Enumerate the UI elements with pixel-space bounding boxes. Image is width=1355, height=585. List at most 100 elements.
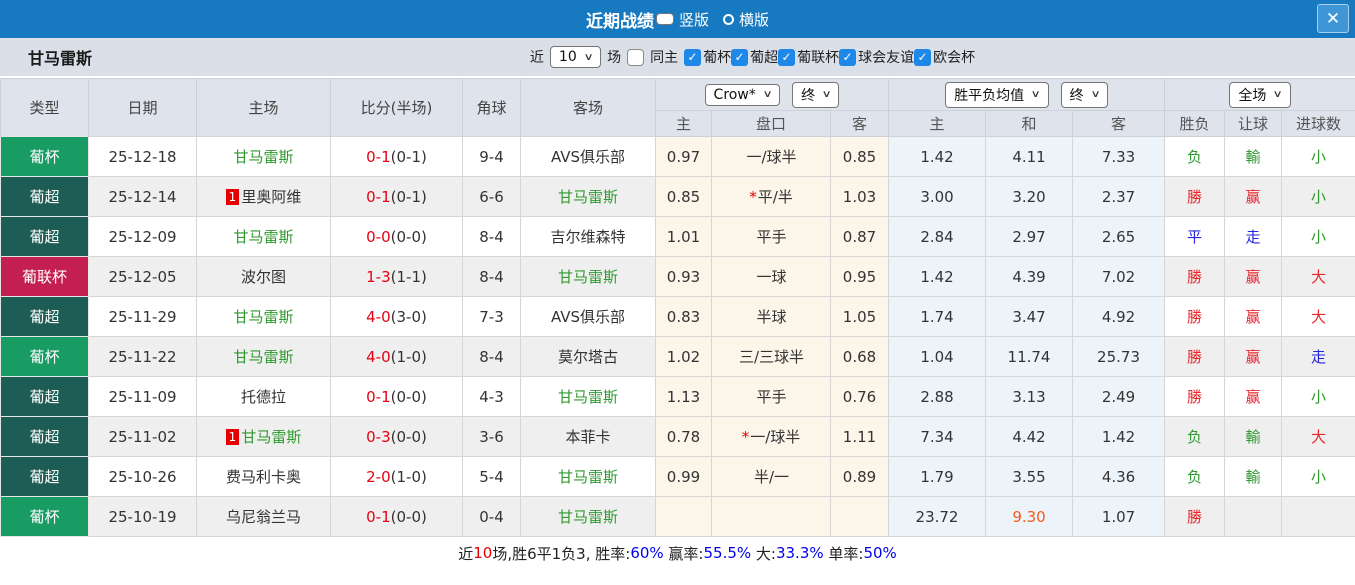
league-checkbox-label[interactable]: 葡联杯 [797, 47, 839, 67]
result-cell: 负 [1164, 416, 1226, 457]
handicap-result-cell: 赢 [1224, 176, 1283, 217]
avg-away-odds-cell: 1.42 [1072, 416, 1166, 457]
corner-cell: 5-4 [462, 456, 521, 497]
handicap-time-select[interactable]: 终 ∨ [792, 81, 840, 108]
handicap-result-cell: 輸 [1224, 136, 1283, 177]
fulltime-score: 0-3 [366, 427, 391, 446]
league-checkbox[interactable]: ✓ [839, 48, 857, 66]
home-team-cell: 波尔图 [196, 256, 331, 297]
summary-segment: 50% [863, 544, 897, 562]
summary-segment: 33.3% [775, 544, 824, 562]
home-rank-badge: 1 [225, 189, 240, 205]
match-rows: 葡杯 25-12-18 甘马雷斯 0-1(0-1) 9-4 AVS俱乐部 0.9… [0, 136, 1355, 537]
home-team-cell: 费马利卡奥 [196, 456, 331, 497]
league-type-cell: 葡超 [0, 216, 89, 257]
handicap-home-odds-cell: 1.01 [655, 216, 712, 257]
chevron-down-icon: ∨ [821, 89, 832, 100]
corner-cell: 6-6 [462, 176, 521, 217]
avg-away-odds-cell: 7.02 [1072, 256, 1166, 297]
matches-count-value: 10 [558, 49, 577, 65]
halftime-score: (0-0) [390, 387, 427, 406]
close-button[interactable]: ✕ [1317, 4, 1349, 33]
home-team-cell: 甘马雷斯 [196, 336, 331, 377]
home-team-name: 甘马雷斯 [233, 228, 294, 246]
handicap-line-cell: 一/球半 [711, 136, 831, 177]
league-checkbox-label[interactable]: 葡杯 [703, 47, 731, 67]
result-cell: 勝 [1164, 256, 1226, 297]
home-team-cell: 1 里奥阿维 [196, 176, 331, 217]
handicap-result-cell [1224, 496, 1283, 537]
league-checkbox-label[interactable]: 葡超 [750, 47, 778, 67]
result-cell: 勝 [1164, 296, 1226, 337]
league-filter: ✓ 葡超 [731, 47, 778, 67]
horizontal-layout-label[interactable]: 横版 [739, 9, 769, 30]
avg-away-odds-cell: 4.36 [1072, 456, 1166, 497]
dialog-title: 近期战绩 [585, 11, 654, 32]
match-date-cell: 25-11-22 [88, 336, 197, 377]
handicap-line-cell: 一球 [711, 256, 831, 297]
chevron-down-icon: ∨ [1090, 89, 1101, 100]
matches-count-select[interactable]: 10 ∨ [549, 46, 602, 68]
avg-away-odds-cell: 7.33 [1072, 136, 1166, 177]
handicap-star: * [741, 428, 750, 446]
handicap-result-cell: 赢 [1224, 256, 1283, 297]
score-cell: 0-1(0-0) [330, 496, 463, 537]
halftime-score: (1-0) [390, 347, 427, 366]
match-date-cell: 25-12-05 [88, 256, 197, 297]
away-team-name: 本菲卡 [565, 428, 611, 446]
away-team-cell: AVS俱乐部 [520, 136, 656, 177]
header-away: 客场 [520, 78, 656, 137]
league-checkbox[interactable]: ✓ [914, 48, 932, 66]
halftime-score: (0-0) [390, 227, 427, 246]
league-checkbox[interactable]: ✓ [684, 48, 702, 66]
avg-time-select[interactable]: 终 ∨ [1060, 81, 1108, 108]
score-cell: 0-1(0-0) [330, 376, 463, 417]
league-type-cell: 葡杯 [0, 136, 89, 177]
league-filter: ✓ 球会友谊 [839, 47, 914, 67]
goals-result-cell: 大 [1281, 256, 1355, 297]
score-cell: 0-1(0-1) [330, 176, 463, 217]
avg-draw-odds-cell: 2.97 [985, 216, 1074, 257]
score-cell: 1-3(1-1) [330, 256, 463, 297]
halftime-score: (1-0) [390, 467, 427, 486]
score-cell: 4-0(1-0) [330, 336, 463, 377]
avg-type-select[interactable]: 胜平负均值 ∨ [945, 81, 1049, 108]
vertical-layout-label[interactable]: 竖版 [679, 9, 709, 30]
handicap-star: * [749, 188, 757, 206]
home-team-cell: 乌尼翁兰马 [196, 496, 331, 537]
avg-draw-odds-cell: 9.30 [985, 496, 1074, 537]
odds-source-select[interactable]: Crow* ∨ [704, 83, 781, 106]
home-team-cell: 甘马雷斯 [196, 216, 331, 257]
avg-home-odds-cell: 7.34 [888, 416, 987, 457]
goals-result-cell: 小 [1281, 176, 1355, 217]
handicap-line-cell: 平手 [711, 216, 831, 257]
match-date-cell: 25-12-18 [88, 136, 197, 177]
home-rank-badge: 1 [225, 429, 240, 445]
result-cell: 勝 [1164, 336, 1226, 377]
handicap-result-cell: 赢 [1224, 336, 1283, 377]
scope-select[interactable]: 全场 ∨ [1229, 81, 1291, 108]
vertical-layout-radio[interactable] [655, 13, 674, 25]
chevron-down-icon: ∨ [583, 51, 594, 63]
score-cell: 0-0(0-0) [330, 216, 463, 257]
horizontal-layout-radio[interactable] [723, 13, 734, 25]
chevron-down-icon: ∨ [1272, 89, 1284, 100]
league-checkbox-label[interactable]: 球会友谊 [858, 47, 914, 67]
match-date-cell: 25-11-29 [88, 296, 197, 337]
fulltime-score: 2-0 [366, 467, 391, 486]
league-checkbox-label[interactable]: 欧会杯 [933, 47, 975, 67]
handicap-home-odds-cell: 1.13 [655, 376, 712, 417]
odds-source-value: Crow* [713, 86, 756, 103]
handicap-home-odds-cell [655, 496, 712, 537]
league-type-cell: 葡杯 [0, 336, 89, 377]
league-checkbox[interactable]: ✓ [731, 48, 749, 66]
league-checkbox[interactable]: ✓ [778, 48, 796, 66]
home-team-name: 里奥阿维 [241, 188, 302, 206]
handicap-line-cell [711, 496, 831, 537]
handicap-line-cell: 三/三球半 [711, 336, 831, 377]
same-home-checkbox[interactable] [627, 48, 645, 66]
handicap-line: 平/半 [757, 188, 793, 206]
halftime-score: (0-0) [390, 507, 427, 526]
subheader-hc-line: 盘口 [711, 110, 831, 137]
avg-draw-odds-cell: 3.47 [985, 296, 1074, 337]
